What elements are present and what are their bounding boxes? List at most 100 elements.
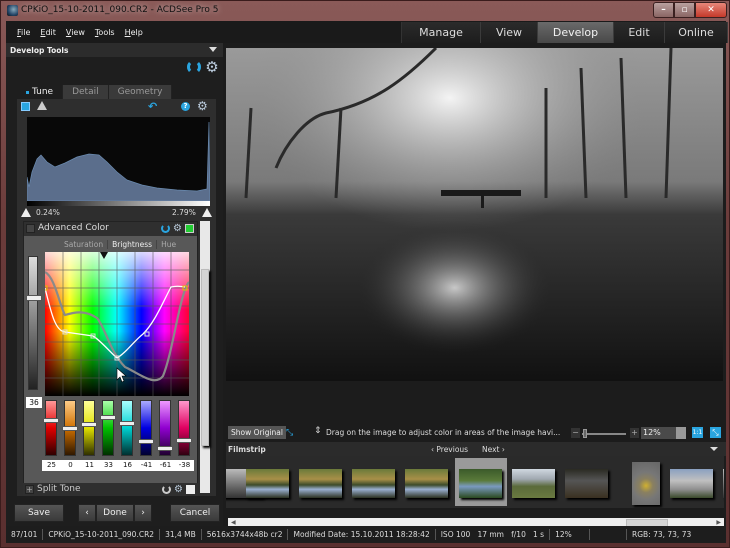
- slider-value-green[interactable]: 33: [99, 460, 118, 471]
- subtab-brightness[interactable]: Brightness: [108, 240, 158, 249]
- color-slider-orange[interactable]: 0: [61, 400, 80, 471]
- previous-image-button[interactable]: ‹: [78, 504, 96, 522]
- menu-file[interactable]: File: [17, 28, 30, 37]
- menu-edit[interactable]: Edit: [40, 28, 56, 37]
- color-curve-grid[interactable]: [45, 252, 189, 396]
- color-slider-blue[interactable]: -41: [137, 400, 156, 471]
- filmstrip-thumbnail[interactable]: [352, 469, 395, 498]
- color-slider-red[interactable]: 25: [42, 400, 61, 471]
- color-slider-green[interactable]: 33: [99, 400, 118, 471]
- gear-icon[interactable]: ⚙: [173, 224, 182, 234]
- expand-icon[interactable]: +: [25, 485, 34, 494]
- panel-menu-icon[interactable]: [209, 47, 217, 52]
- filmstrip-thumbnail[interactable]: [405, 469, 448, 498]
- enable-checkbox[interactable]: [185, 224, 194, 233]
- tab-online[interactable]: Online: [665, 22, 728, 43]
- zoom-out-button[interactable]: −: [571, 428, 580, 438]
- zoom-dropdown[interactable]: 12%: [641, 427, 686, 439]
- tune-settings-gear-icon[interactable]: ⚙: [197, 99, 208, 113]
- filmstrip-thumbnail[interactable]: [723, 469, 724, 498]
- reset-icon[interactable]: [161, 224, 171, 233]
- slider-thumb-orange[interactable]: [62, 426, 78, 431]
- save-button[interactable]: Save: [14, 504, 64, 522]
- slider-thumb-red[interactable]: [43, 418, 59, 423]
- full-screen-icon[interactable]: ⤡: [286, 428, 293, 438]
- slider-value-magenta[interactable]: -38: [175, 460, 194, 471]
- menu-tools[interactable]: Tools: [95, 28, 115, 37]
- reset-icon[interactable]: [162, 485, 172, 494]
- slider-thumb-magenta[interactable]: [176, 438, 192, 444]
- slider-value-red[interactable]: 25: [42, 460, 61, 471]
- settings-gear-icon[interactable]: ⚙: [205, 60, 219, 75]
- reset-all-icon[interactable]: [187, 60, 201, 74]
- zoom-slider[interactable]: [582, 433, 626, 435]
- filmstrip-thumbnail[interactable]: [632, 462, 660, 505]
- histogram-toggle-icon[interactable]: [21, 102, 30, 111]
- slider-thumb-green[interactable]: [100, 415, 116, 421]
- chevron-down-icon[interactable]: [676, 427, 686, 439]
- slider-thumb-yellow[interactable]: [81, 422, 97, 428]
- slider-value-purple[interactable]: -61: [156, 460, 175, 471]
- filmstrip-thumbnail[interactable]: [299, 469, 342, 498]
- filmstrip-menu-icon[interactable]: [710, 447, 718, 451]
- collapse-icon[interactable]: [26, 224, 35, 233]
- color-slider-yellow[interactable]: 11: [80, 400, 99, 471]
- master-brightness-slider[interactable]: [26, 256, 42, 390]
- minimize-button[interactable]: –: [653, 2, 674, 18]
- tab-edit[interactable]: Edit: [614, 22, 665, 43]
- shadow-clip-warning-icon[interactable]: [21, 208, 31, 217]
- maximize-button[interactable]: ▫: [674, 2, 695, 18]
- color-slider-cyan[interactable]: 16: [118, 400, 137, 471]
- tab-view[interactable]: View: [481, 22, 538, 43]
- tab-manage[interactable]: Manage: [402, 22, 481, 43]
- scroll-right-icon[interactable]: ▶: [716, 519, 721, 526]
- color-slider-magenta[interactable]: -38: [175, 400, 194, 471]
- slider-value-orange[interactable]: 0: [61, 460, 80, 471]
- tab-detail[interactable]: Detail: [63, 85, 109, 99]
- hint-text: Drag on the image to adjust color in are…: [326, 428, 561, 437]
- enable-checkbox[interactable]: [186, 485, 195, 494]
- gear-icon[interactable]: ⚙: [174, 485, 183, 495]
- tab-develop[interactable]: Develop: [538, 22, 614, 43]
- color-slider-purple[interactable]: -61: [156, 400, 175, 471]
- subtab-hue[interactable]: Hue: [157, 240, 180, 249]
- highlight-clip-warning-icon[interactable]: [202, 208, 212, 217]
- filmstrip-thumbnail[interactable]: [670, 469, 713, 498]
- zoom-in-button[interactable]: +: [630, 428, 639, 438]
- master-brightness-value[interactable]: 36: [26, 397, 42, 408]
- undo-icon[interactable]: ↶: [148, 100, 157, 113]
- slider-thumb-cyan[interactable]: [119, 420, 135, 426]
- scrollbar-thumb[interactable]: [201, 269, 209, 446]
- tab-geometry[interactable]: Geometry: [108, 85, 173, 99]
- done-button[interactable]: Done: [96, 504, 134, 522]
- menu-view[interactable]: View: [66, 28, 85, 37]
- exposure-warning-icon[interactable]: [37, 101, 47, 110]
- tools-vertical-scrollbar[interactable]: [200, 221, 210, 493]
- cancel-button[interactable]: Cancel: [170, 504, 220, 522]
- next-image-button[interactable]: ›: [134, 504, 152, 522]
- filmstrip-next[interactable]: Next ›: [482, 445, 505, 454]
- actual-size-button[interactable]: 1:1: [692, 427, 703, 438]
- close-button[interactable]: ✕: [695, 2, 727, 18]
- filmstrip-thumbnail[interactable]: [512, 469, 555, 498]
- photo-preview[interactable]: [226, 48, 723, 381]
- slider-value-cyan[interactable]: 16: [118, 460, 137, 471]
- tab-tune[interactable]: Tune: [17, 85, 64, 99]
- zoom-slider-thumb[interactable]: [583, 429, 587, 438]
- shadow-clip-value: 0.24%: [36, 208, 60, 217]
- show-original-button[interactable]: Show Original: [228, 426, 286, 439]
- menu-help[interactable]: Help: [125, 28, 143, 37]
- slider-value-blue[interactable]: -41: [137, 460, 156, 471]
- filmstrip-thumbnail[interactable]: [459, 469, 502, 498]
- scroll-left-icon[interactable]: ◀: [231, 519, 236, 526]
- master-slider-thumb[interactable]: [26, 295, 42, 302]
- help-icon[interactable]: ?: [181, 102, 190, 111]
- filmstrip-thumbnail[interactable]: [565, 469, 608, 498]
- filmstrip-thumbnail[interactable]: [246, 469, 289, 498]
- filmstrip-previous[interactable]: ‹ Previous: [431, 445, 468, 454]
- subtab-saturation[interactable]: Saturation: [60, 240, 109, 249]
- slider-thumb-blue[interactable]: [138, 439, 154, 445]
- slider-value-yellow[interactable]: 11: [80, 460, 99, 471]
- slider-thumb-purple[interactable]: [157, 445, 173, 451]
- fit-to-window-button[interactable]: ⤡: [710, 427, 721, 438]
